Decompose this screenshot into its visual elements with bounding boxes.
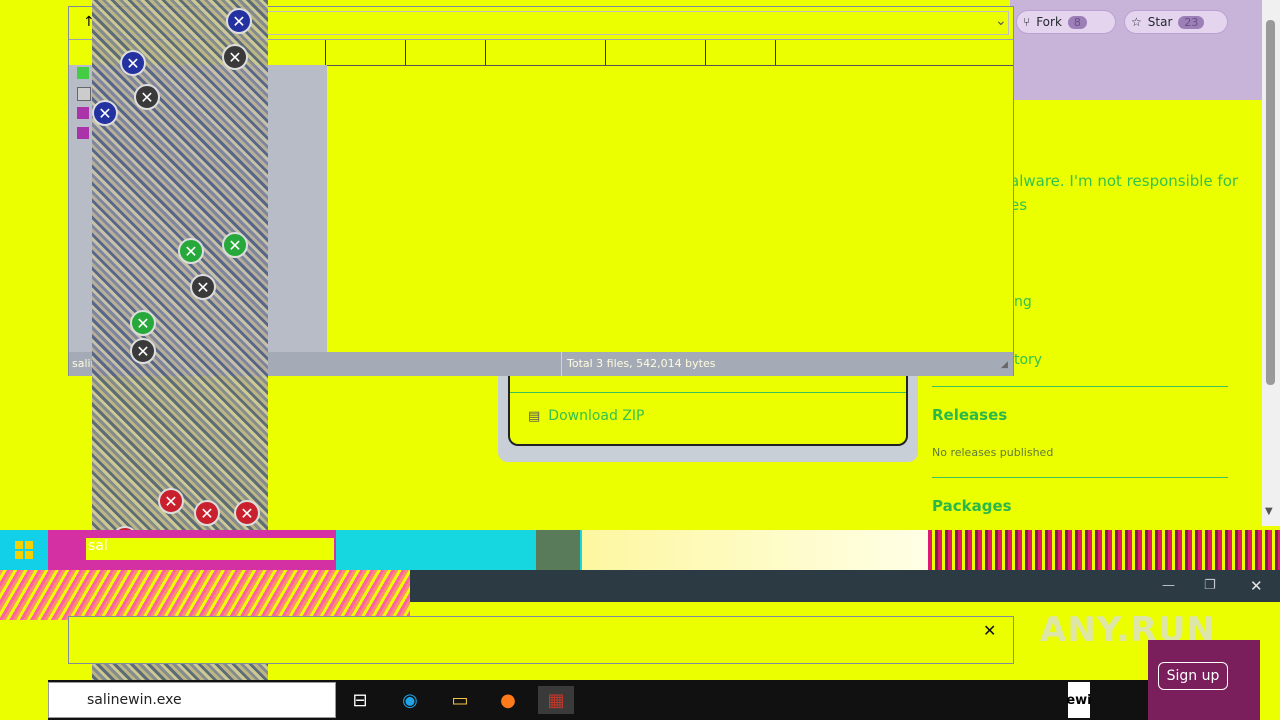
ghost-start-icon [0,530,48,570]
close-button[interactable]: ✕ [1250,577,1263,595]
status-divider [561,352,562,376]
scrollbar-thumb[interactable] [1266,20,1275,385]
ghost-active-app [536,530,580,570]
download-zip-item[interactable]: ▤ Download ZIP [528,408,645,424]
fork-button[interactable]: ⑂ Fork 8 [1016,10,1116,34]
window-title-bar: — ❐ ✕ [410,570,1280,602]
ghost-taskbar-noise [928,530,1280,570]
error-icon: ✕ [234,500,260,526]
firefox-icon[interactable]: ● [494,686,522,714]
error-icon: ✕ [130,310,156,336]
ghost-taskbar-gradient [582,530,928,570]
fork-icon: ⑂ [1023,15,1031,29]
error-icon: ✕ [226,8,252,34]
about-text-line-1: alware. I'm not responsible for [1010,172,1239,190]
scroll-down-icon[interactable]: ▼ [1265,506,1273,517]
taskbar-search-input[interactable]: salinewin.exe [48,682,336,718]
error-icon: ✕ [92,100,118,126]
minimize-button[interactable]: — [1162,578,1175,593]
task-view-icon[interactable]: ⊟ [346,686,374,714]
column-divider[interactable] [485,40,486,65]
maximize-button[interactable]: ❐ [1204,578,1216,593]
page-scrollbar[interactable]: ▼ [1262,0,1280,526]
error-icon: ✕ [134,84,160,110]
start-button[interactable] [0,680,48,720]
ghost-taskbar-icons [336,530,582,570]
section-divider [932,386,1228,387]
fork-count: 8 [1067,15,1087,29]
ghost-search-box: sal [48,530,336,570]
file-icon [77,107,89,119]
column-divider[interactable] [775,40,776,65]
resize-grip-icon[interactable]: ◢ [1001,360,1008,370]
error-icon: ✕ [120,50,146,76]
star-button[interactable]: ☆ Star 23 [1124,10,1228,34]
error-icon: ✕ [178,238,204,264]
column-divider[interactable] [605,40,606,65]
error-dialog: ✕ [68,616,1014,664]
error-icon: ✕ [130,338,156,364]
error-icon: ✕ [194,500,220,526]
error-icon: ✕ [158,488,184,514]
file-icon [77,87,91,101]
taskbar-partial-window[interactable]: ewi [1066,682,1092,718]
star-icon: ☆ [1131,15,1142,29]
fork-label: Fork [1036,15,1062,29]
file-icon [77,127,89,139]
star-label: Star [1147,15,1173,29]
column-divider[interactable] [405,40,406,65]
status-total: Total 3 files, 542,014 bytes [567,357,716,370]
about-partial-link-1[interactable]: ng [1014,294,1032,310]
releases-heading[interactable]: Releases [932,406,1007,424]
path-dropdown-icon[interactable]: ⌄ [995,13,1007,29]
dialog-close-button[interactable]: ✕ [983,621,996,640]
file-icon [77,67,89,79]
file-explorer-icon[interactable]: ▭ [446,686,474,714]
column-divider[interactable] [705,40,706,65]
code-dropdown-panel: ▤ Download ZIP [508,368,908,446]
releases-empty-text: No releases published [932,446,1054,459]
error-icon: ✕ [190,274,216,300]
sign-up-button[interactable]: Sign up [1158,662,1228,690]
star-count: 23 [1178,15,1205,29]
section-divider [932,477,1228,478]
zip-file-icon: ▤ [528,408,541,424]
about-partial-link-2[interactable]: tory [1014,352,1042,368]
packages-heading[interactable]: Packages [932,497,1012,515]
download-zip-label: Download ZIP [548,408,645,424]
ghost-search-text: sal [86,538,334,560]
winrar-icon[interactable]: ▦ [538,686,574,714]
error-icon: ✕ [222,44,248,70]
column-divider[interactable] [325,40,326,65]
dropdown-divider [510,392,906,393]
glitch-artifact [0,570,410,620]
edge-icon[interactable]: ◉ [396,686,424,714]
error-icon: ✕ [222,232,248,258]
